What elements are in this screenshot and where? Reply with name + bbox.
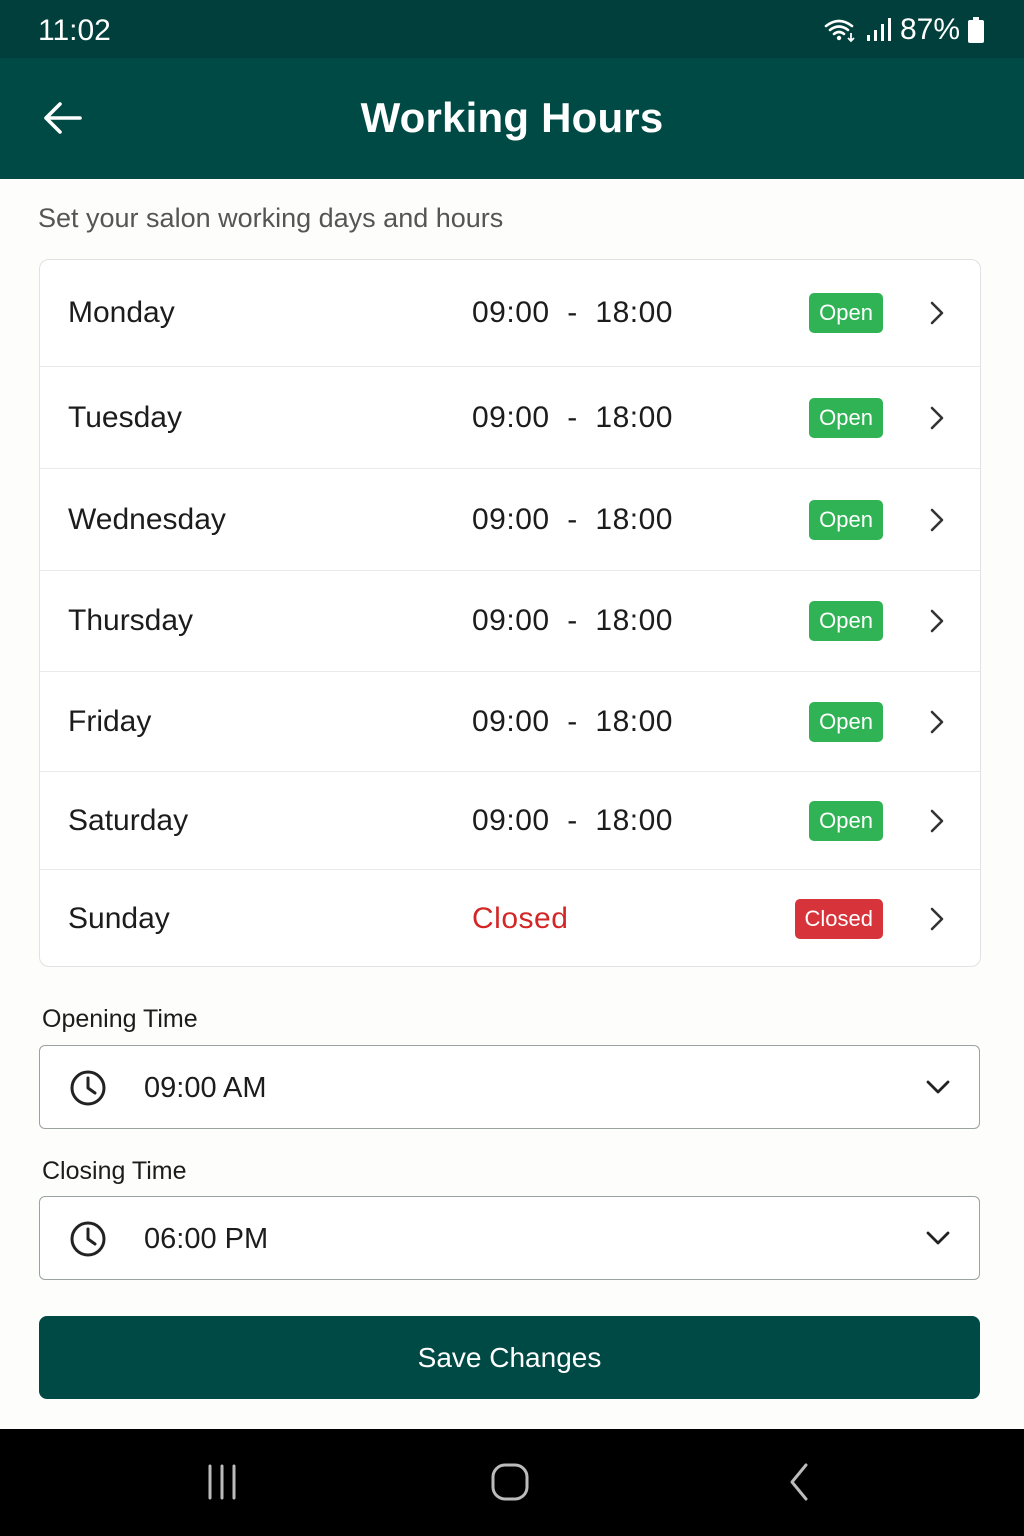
status-badge: Open (809, 293, 883, 333)
chevron-right-icon (930, 809, 944, 832)
system-navigation-bar (0, 1429, 1024, 1536)
clock-icon (70, 1221, 106, 1257)
chevron-down-icon (926, 1080, 950, 1094)
day-hours: 09:00 - 18:00 (472, 803, 673, 837)
day-name: Monday (68, 296, 175, 329)
day-name: Sunday (68, 902, 170, 935)
home-icon (491, 1463, 529, 1501)
chevron-right-icon (930, 609, 944, 633)
closing-time-label: Closing Time (42, 1157, 187, 1185)
day-hours: 09:00 - 18:00 (472, 296, 673, 329)
back-nav-icon (790, 1463, 808, 1501)
back-nav-button[interactable] (772, 1457, 828, 1507)
day-row-tuesday[interactable]: Tuesday 09:00 - 18:00 Open (40, 367, 980, 469)
page-title: Working Hours (360, 94, 664, 141)
day-name: Friday (68, 704, 152, 738)
day-row-sunday[interactable]: Sunday Closed Closed (40, 870, 980, 966)
working-days-list: Monday 09:00 - 18:00 Open Tuesday 09:00 … (39, 259, 981, 967)
closing-time-value: 06:00 PM (144, 1223, 269, 1255)
day-name: Thursday (68, 604, 194, 637)
opening-time-value: 09:00 AM (144, 1072, 267, 1104)
app-bar: Working Hours (0, 58, 1024, 179)
recents-icon (208, 1464, 236, 1500)
day-row-thursday[interactable]: Thursday 09:00 - 18:00 Open (40, 571, 980, 672)
chevron-right-icon (930, 907, 944, 931)
closing-time-select[interactable]: 06:00 PM (39, 1196, 980, 1280)
day-name: Saturday (68, 803, 189, 837)
battery-percent: 87% (899, 13, 960, 46)
recents-button[interactable] (194, 1457, 250, 1507)
status-time: 11:02 (38, 14, 111, 47)
battery-icon (968, 17, 984, 43)
status-badge: Open (809, 800, 883, 841)
day-hours: 09:00 - 18:00 (472, 502, 673, 536)
status-badge: Open (809, 601, 883, 641)
status-indicators: 87% (824, 12, 984, 48)
day-hours: 09:00 - 18:00 (472, 400, 673, 434)
day-row-monday[interactable]: Monday 09:00 - 18:00 Open (40, 260, 980, 367)
day-hours: Closed (472, 902, 569, 935)
day-hours: 09:00 - 18:00 (472, 604, 673, 637)
status-badge: Open (809, 701, 883, 742)
clock-icon (70, 1070, 106, 1106)
day-name: Tuesday (68, 400, 182, 434)
chevron-right-icon (930, 301, 944, 325)
status-badge: Open (809, 499, 883, 540)
day-row-wednesday[interactable]: Wednesday 09:00 - 18:00 Open (40, 469, 980, 571)
status-bar: 11:02 87% (0, 0, 1024, 58)
signal-icon (866, 18, 891, 41)
opening-time-select[interactable]: 09:00 AM (39, 1045, 980, 1129)
chevron-right-icon (930, 406, 944, 429)
chevron-right-icon (930, 508, 944, 531)
home-button[interactable] (482, 1457, 538, 1507)
chevron-right-icon (930, 710, 944, 733)
day-hours: 09:00 - 18:00 (472, 704, 673, 738)
status-badge: Open (809, 397, 883, 438)
wifi-icon (824, 19, 855, 43)
status-badge: Closed (794, 899, 883, 939)
day-row-saturday[interactable]: Saturday 09:00 - 18:00 Open (40, 772, 980, 870)
page-subtitle: Set your salon working days and hours (38, 203, 504, 233)
save-changes-button[interactable]: Save Changes (39, 1316, 980, 1399)
day-name: Wednesday (68, 502, 226, 536)
day-row-friday[interactable]: Friday 09:00 - 18:00 Open (40, 672, 980, 772)
opening-time-label: Opening Time (42, 1005, 198, 1033)
chevron-down-icon (926, 1231, 950, 1245)
